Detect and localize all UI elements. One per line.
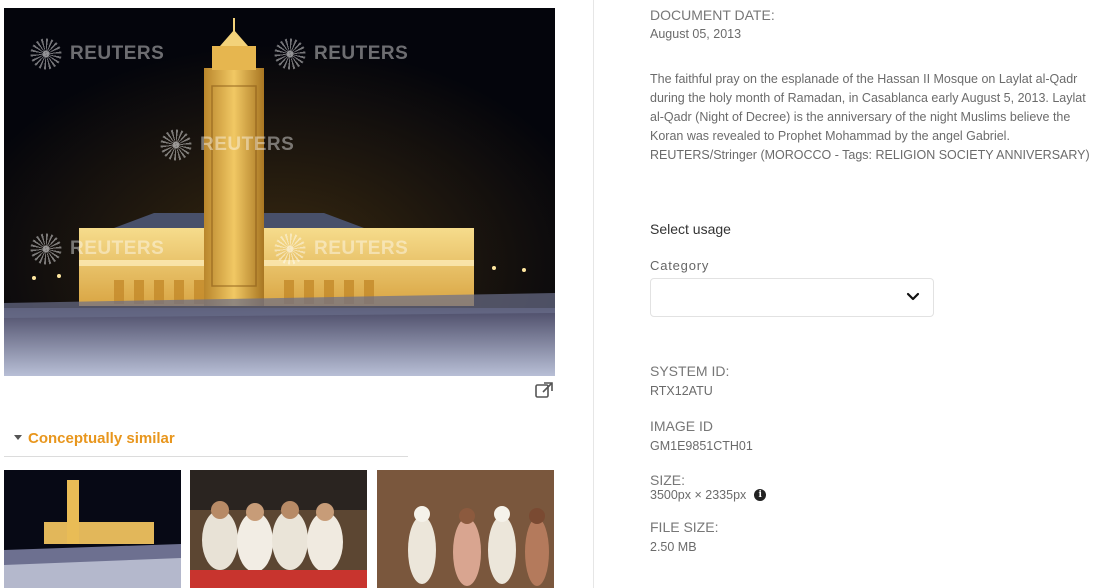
image-pane: REUTERS REUTERS REUTERS REUTERS REUTERS …: [0, 0, 594, 588]
reuters-watermark: REUTERS: [160, 129, 294, 161]
reuters-logo-icon: [274, 38, 306, 70]
similar-thumbnail[interactable]: [190, 470, 367, 588]
similar-thumbnail[interactable]: [4, 470, 181, 588]
category-select[interactable]: [650, 278, 934, 317]
external-link-icon[interactable]: [534, 381, 554, 399]
image-id-label: IMAGE ID: [650, 418, 714, 434]
caret-down-icon: [14, 435, 22, 440]
document-date-label: DOCUMENT DATE:: [650, 7, 775, 23]
reuters-watermark: REUTERS: [30, 233, 164, 265]
image-id-value: GM1E9851CTH01: [650, 439, 753, 453]
file-size-label: FILE SIZE:: [650, 519, 719, 535]
reuters-logo-icon: [30, 233, 62, 265]
image-caption: The faithful pray on the esplanade of th…: [650, 72, 1090, 162]
reuters-logo-icon: [30, 38, 62, 70]
reuters-watermark: REUTERS: [274, 233, 408, 265]
reuters-logo-icon: [274, 233, 306, 265]
system-id-value: RTX12ATU: [650, 384, 713, 398]
similar-thumbnail[interactable]: [377, 470, 554, 588]
size-value: 3500px × 2335px: [650, 488, 747, 502]
document-date-value: August 05, 2013: [650, 27, 742, 41]
size-row: 3500px × 2335px i: [650, 486, 767, 504]
info-icon[interactable]: i: [754, 489, 767, 501]
chevron-down-icon: [906, 292, 920, 301]
similar-heading: Conceptually similar: [28, 430, 175, 447]
select-usage-heading: Select usage: [650, 221, 731, 237]
category-label: Category: [650, 258, 710, 273]
file-size-value: 2.50 MB: [650, 540, 697, 554]
main-photo[interactable]: REUTERS REUTERS REUTERS REUTERS REUTERS: [4, 8, 555, 376]
panel-divider: [593, 0, 594, 588]
reuters-watermark: REUTERS: [30, 38, 164, 70]
system-id-label: SYSTEM ID:: [650, 363, 730, 379]
reuters-logo-icon: [160, 129, 192, 161]
details-panel: DOCUMENT DATE: August 05, 2013 The faith…: [650, 0, 1095, 588]
reuters-watermark: REUTERS: [274, 38, 408, 70]
conceptually-similar-toggle[interactable]: Conceptually similar: [14, 430, 175, 447]
divider: [4, 456, 408, 457]
